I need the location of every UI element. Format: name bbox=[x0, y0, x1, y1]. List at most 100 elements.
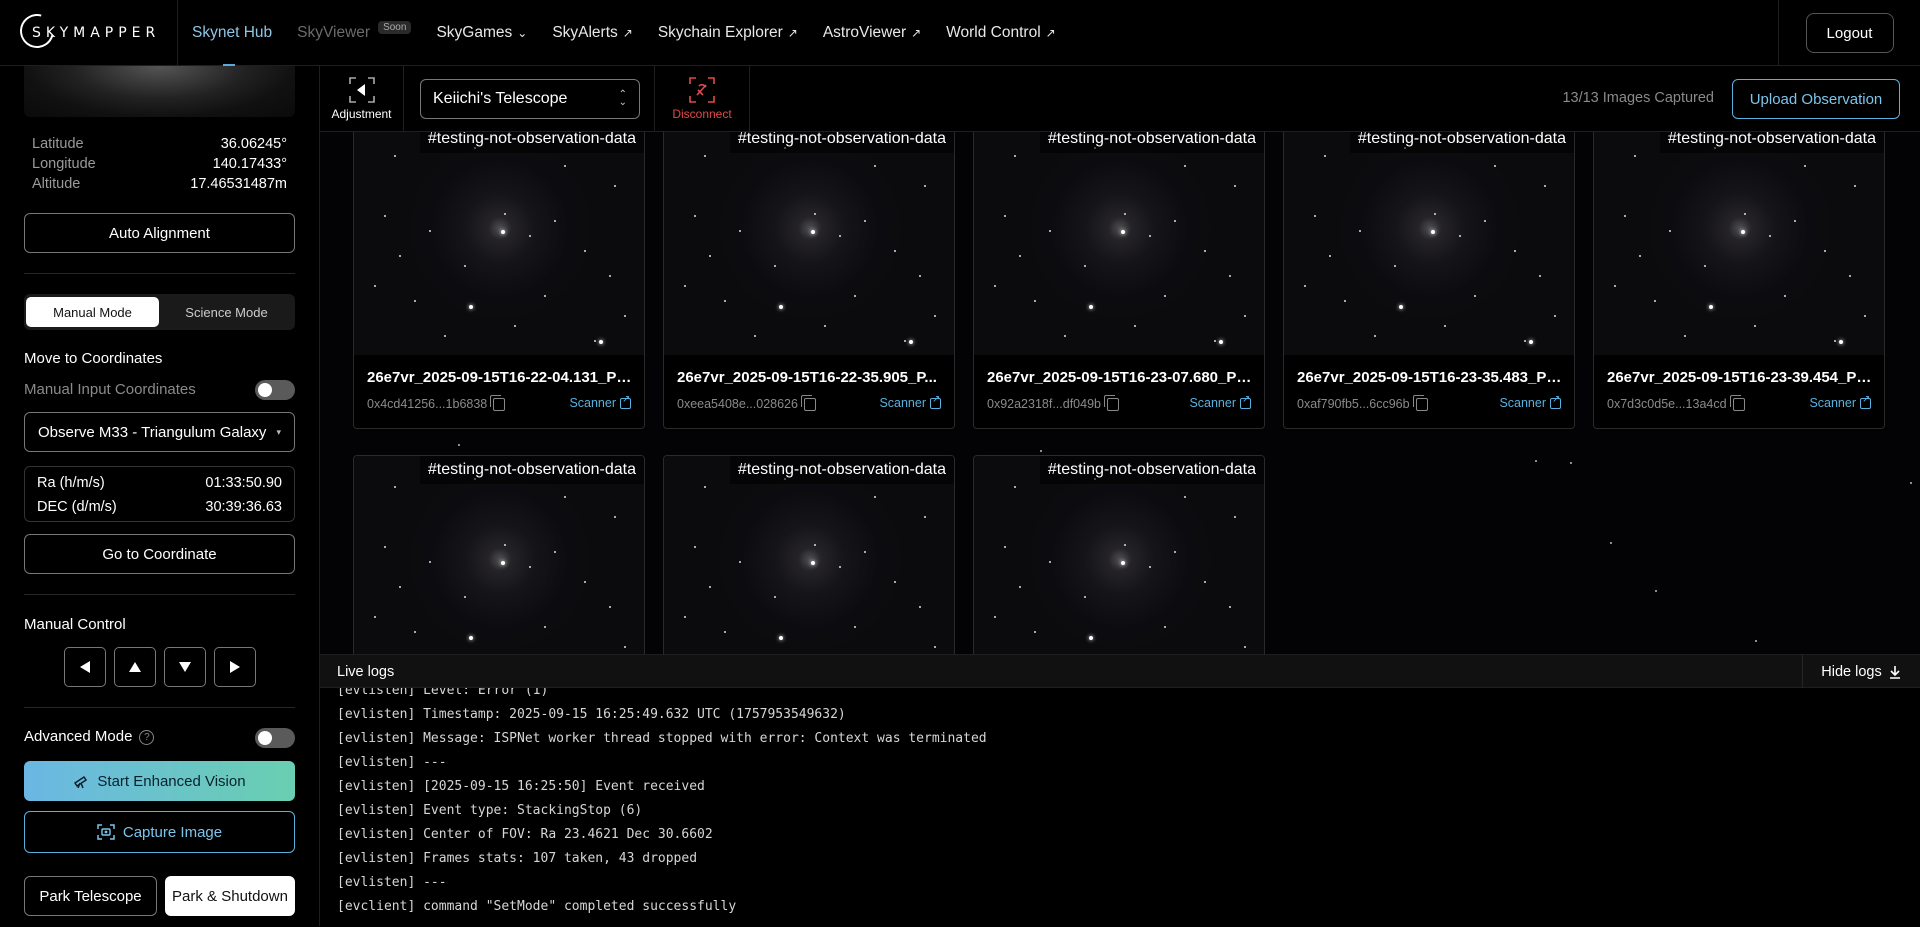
image-card[interactable]: #testing-not-observation-data 26e7vr_2025… bbox=[1593, 132, 1885, 429]
star bbox=[1514, 250, 1516, 252]
data-tag: #testing-not-observation-data bbox=[1349, 132, 1574, 153]
scanner-link[interactable]: Scanner bbox=[1499, 394, 1561, 410]
observation-thumbnail[interactable] bbox=[354, 132, 644, 355]
start-enhanced-vision-button[interactable]: Start Enhanced Vision bbox=[24, 761, 295, 801]
observation-thumbnail[interactable] bbox=[1594, 132, 1884, 355]
copy-icon[interactable] bbox=[1729, 394, 1745, 411]
nav-item-skychain-explorer[interactable]: Skychain Explorer ↗ bbox=[658, 0, 798, 66]
scanner-link[interactable]: Scanner bbox=[1189, 394, 1251, 410]
help-icon[interactable]: ? bbox=[139, 729, 155, 745]
park-shutdown-button[interactable]: Park & Shutdown bbox=[165, 876, 295, 916]
star bbox=[854, 295, 856, 297]
observation-thumbnail[interactable] bbox=[974, 456, 1264, 654]
scanner-label: Scanner bbox=[569, 396, 616, 410]
star bbox=[684, 616, 686, 618]
nav-item-label: SkyGames bbox=[436, 23, 513, 41]
image-card[interactable]: #testing-not-observation-data 26e7vr_2025… bbox=[353, 132, 645, 429]
image-card[interactable]: #testing-not-observation-data bbox=[663, 455, 955, 654]
star bbox=[504, 544, 506, 546]
observation-thumbnail[interactable] bbox=[664, 456, 954, 654]
star bbox=[1229, 606, 1231, 608]
image-card[interactable]: #testing-not-observation-data 26e7vr_2025… bbox=[973, 132, 1265, 429]
nav-item-label: SkyAlerts bbox=[552, 23, 618, 41]
observation-thumbnail[interactable] bbox=[354, 456, 644, 654]
bright-star bbox=[811, 561, 815, 565]
auto-alignment-button[interactable]: Auto Alignment bbox=[24, 213, 295, 253]
ra-value: 01:33:50.90 bbox=[205, 475, 282, 491]
star bbox=[739, 561, 741, 563]
logs-header: Live logs Hide logs bbox=[320, 655, 1920, 688]
star bbox=[1014, 486, 1016, 488]
observation-thumbnail[interactable] bbox=[1284, 132, 1574, 355]
star bbox=[854, 626, 856, 628]
go-to-coordinate-button[interactable]: Go to Coordinate bbox=[24, 534, 295, 574]
session-toolbar: Adjustment Keiichi's Telescope ⌃ ⌄ Discon… bbox=[320, 66, 1920, 132]
image-card[interactable]: #testing-not-observation-data 26e7vr_2025… bbox=[663, 132, 955, 429]
scanner-label: Scanner bbox=[1809, 396, 1856, 410]
scanner-link[interactable]: Scanner bbox=[879, 394, 941, 410]
image-card[interactable]: #testing-not-observation-data bbox=[973, 455, 1265, 654]
nav-item-skynet-hub[interactable]: Skynet Hub bbox=[192, 0, 272, 66]
move-right-button[interactable] bbox=[214, 647, 256, 687]
advanced-mode-label: Advanced Mode bbox=[24, 728, 133, 745]
disconnect-button[interactable]: Disconnect bbox=[654, 66, 750, 132]
scanner-link[interactable]: Scanner bbox=[1809, 394, 1871, 410]
target-select[interactable]: Observe M33 - Triangulum Galaxy ▾ bbox=[24, 412, 295, 452]
star bbox=[414, 300, 416, 302]
star bbox=[1004, 215, 1006, 217]
park-telescope-button[interactable]: Park Telescope bbox=[24, 876, 157, 916]
image-card[interactable]: #testing-not-observation-data 26e7vr_2025… bbox=[1283, 132, 1575, 429]
brand-logo[interactable]: SKYMAPPER bbox=[0, 0, 178, 66]
data-tag: #testing-not-observation-data bbox=[419, 456, 644, 484]
hide-logs-button[interactable]: Hide logs bbox=[1802, 655, 1920, 688]
scanner-label: Scanner bbox=[879, 396, 926, 410]
logs-title: Live logs bbox=[337, 664, 395, 680]
advanced-mode-switch[interactable] bbox=[255, 728, 295, 748]
move-to-coordinates-heading: Move to Coordinates bbox=[24, 350, 163, 367]
external-arrow-icon: ↗ bbox=[622, 25, 633, 40]
star bbox=[464, 265, 466, 267]
star bbox=[1164, 626, 1166, 628]
copy-icon[interactable] bbox=[1104, 394, 1119, 411]
telescope-select[interactable]: Keiichi's Telescope ⌃ ⌄ bbox=[420, 79, 640, 119]
copy-icon[interactable] bbox=[1412, 394, 1428, 411]
copy-icon[interactable] bbox=[800, 394, 816, 411]
star bbox=[584, 581, 586, 583]
log-line: [evlisten] Timestamp: 2025-09-15 16:25:4… bbox=[337, 707, 846, 722]
image-card[interactable]: #testing-not-observation-data bbox=[353, 455, 645, 654]
bright-star bbox=[1089, 636, 1093, 640]
nav-item-world-control[interactable]: World Control ↗ bbox=[946, 0, 1056, 66]
upload-observation-button[interactable]: Upload Observation bbox=[1732, 79, 1900, 119]
star bbox=[1554, 315, 1556, 317]
star bbox=[624, 646, 626, 648]
nav-item-skyalerts[interactable]: SkyAlerts ↗ bbox=[552, 0, 633, 66]
star bbox=[1314, 215, 1316, 217]
copy-icon[interactable] bbox=[490, 394, 506, 411]
move-up-button[interactable] bbox=[114, 647, 156, 687]
nav-item-label: AstroViewer bbox=[822, 23, 907, 41]
science-mode-tab[interactable]: Science Mode bbox=[160, 297, 293, 327]
external-link-icon bbox=[620, 394, 631, 409]
bright-star bbox=[469, 636, 473, 640]
bright-star bbox=[1529, 340, 1533, 344]
manual-input-switch[interactable] bbox=[255, 380, 295, 400]
star bbox=[1184, 496, 1186, 498]
star bbox=[1359, 230, 1361, 232]
observation-thumbnail[interactable] bbox=[664, 132, 954, 355]
manual-mode-tab[interactable]: Manual Mode bbox=[26, 297, 159, 327]
nav-item-skygames[interactable]: SkyGames ⌄ bbox=[436, 0, 527, 66]
move-down-button[interactable] bbox=[164, 647, 206, 687]
scanner-link[interactable]: Scanner bbox=[569, 394, 631, 410]
nav-item-astroviewer[interactable]: AstroViewer ↗ bbox=[823, 0, 921, 66]
advanced-mode-heading: Advanced Mode? bbox=[24, 728, 155, 745]
logout-button[interactable]: Logout bbox=[1805, 13, 1894, 53]
star bbox=[934, 646, 936, 648]
capture-image-button[interactable]: Capture Image bbox=[24, 811, 295, 853]
star bbox=[429, 561, 431, 563]
manual-input-label: Manual Input Coordinates bbox=[24, 381, 196, 398]
move-left-button[interactable] bbox=[64, 647, 106, 687]
star bbox=[504, 213, 506, 215]
adjustment-button[interactable]: Adjustment bbox=[320, 66, 404, 132]
arrow-up-icon bbox=[129, 662, 141, 672]
observation-thumbnail[interactable] bbox=[974, 132, 1264, 355]
